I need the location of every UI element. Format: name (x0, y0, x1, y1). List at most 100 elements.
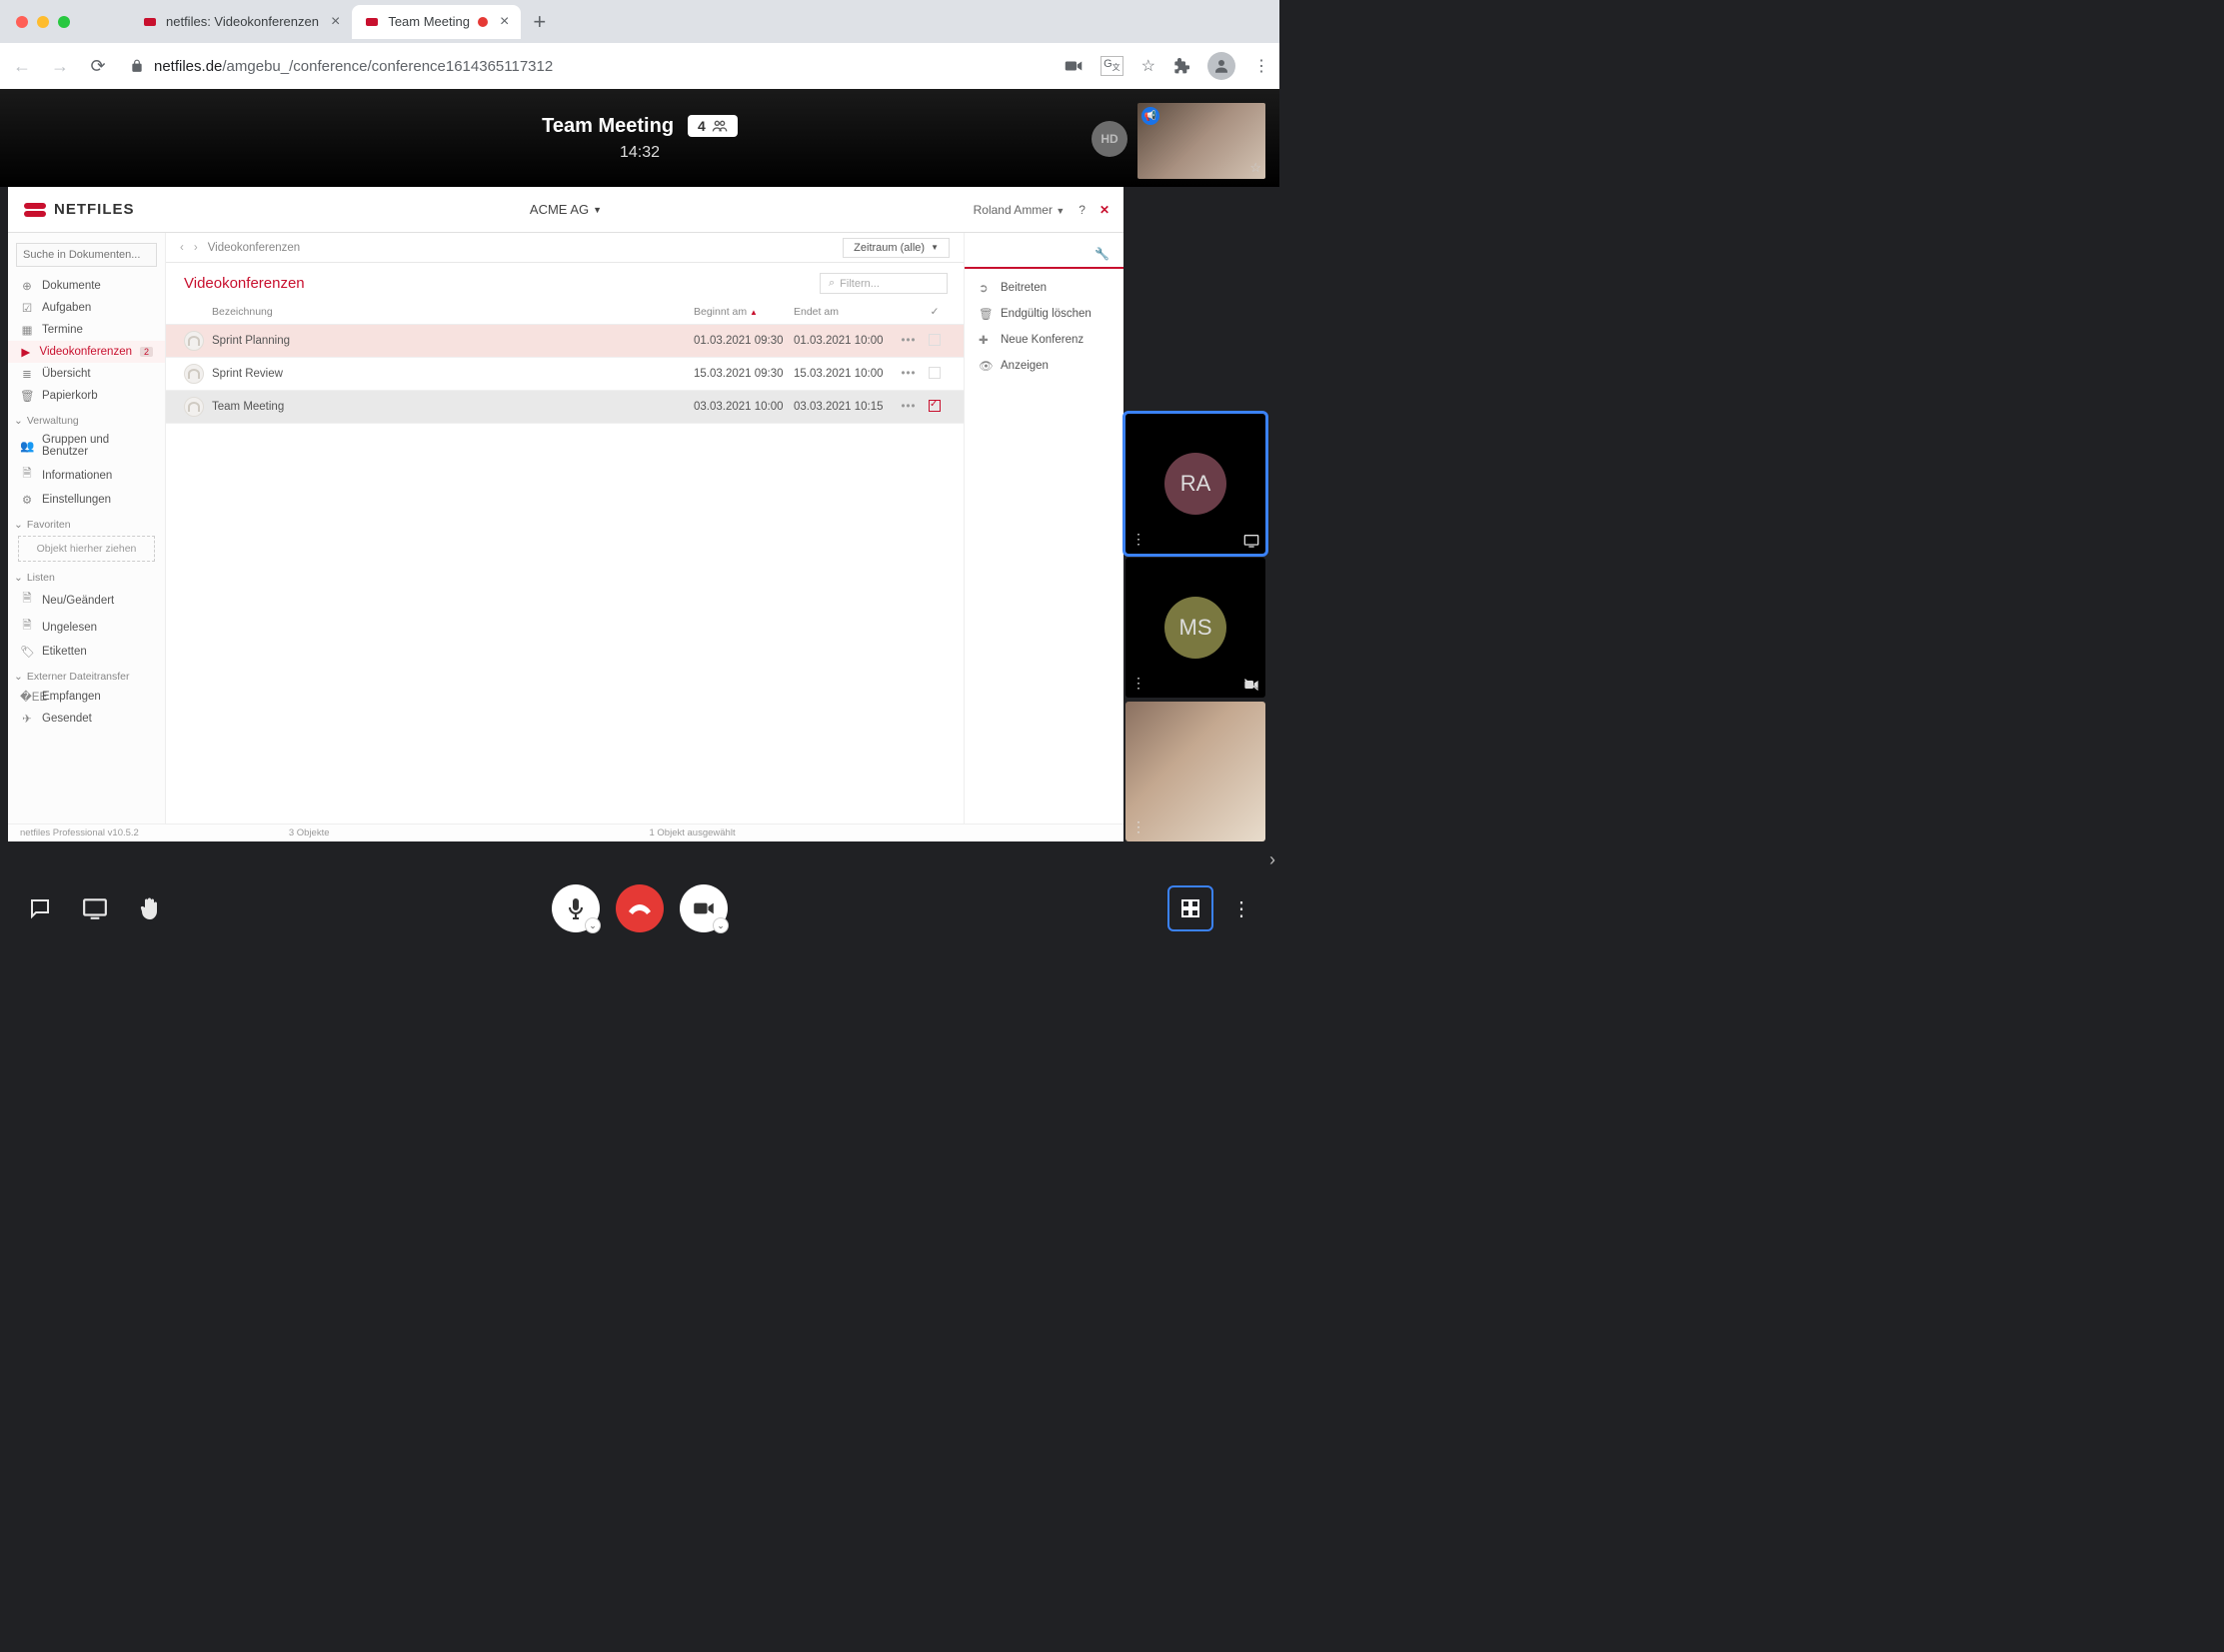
pin-star-icon[interactable]: ☆ (1249, 160, 1261, 176)
hangup-button[interactable] (616, 884, 664, 932)
url-field[interactable]: netfiles.de/amgebu_/conference/conferenc… (124, 58, 1051, 75)
recording-indicator-icon (478, 17, 488, 27)
row-name: Team Meeting (212, 401, 694, 413)
org-switcher[interactable]: ACME AG▼ (530, 202, 602, 217)
presenter-video-thumbnail[interactable]: 📢 ☆ (1137, 103, 1265, 179)
row-checkbox[interactable] (929, 334, 941, 346)
table-row[interactable]: Sprint Review15.03.2021 09:3015.03.2021 … (166, 358, 964, 391)
app-logo[interactable]: NETFILES (24, 201, 135, 218)
participant-count-badge[interactable]: 4 (688, 115, 738, 137)
new-tab-button[interactable]: + (533, 9, 546, 35)
camera-options-icon[interactable]: ⌄ (713, 917, 729, 933)
chat-button[interactable] (28, 896, 52, 920)
close-app-icon[interactable]: ✕ (1100, 203, 1110, 217)
nav-sent[interactable]: ✈Gesendet (8, 708, 165, 730)
extensions-icon[interactable] (1173, 58, 1189, 74)
wrench-icon[interactable]: 🔧 (1095, 247, 1110, 261)
section-admin[interactable]: ⌄Verwaltung (8, 407, 165, 430)
nav-overview[interactable]: ≣Übersicht (8, 363, 165, 385)
breadcrumb-back[interactable]: ‹ (180, 242, 184, 254)
chevron-down-icon: ▼ (931, 243, 939, 252)
filter-input[interactable]: ⌕Filtern... (820, 273, 948, 294)
forward-button[interactable]: → (48, 56, 72, 77)
favorites-drop-target[interactable]: Objekt hierher ziehen (18, 536, 155, 562)
table-row[interactable]: Team Meeting03.03.2021 10:0003.03.2021 1… (166, 391, 964, 424)
conference-row-icon (184, 331, 204, 351)
conference-elapsed: 14:32 (542, 144, 738, 162)
action-join[interactable]: ➲Beitreten (965, 275, 1123, 301)
doc-icon: 🗎 (20, 591, 34, 610)
minimize-window-button[interactable] (37, 16, 49, 28)
nav-tasks[interactable]: ☑Aufgaben (8, 297, 165, 319)
window-controls (16, 16, 70, 28)
nav-info[interactable]: 🗎Informationen (8, 462, 165, 489)
list-title: Videokonferenzen (184, 275, 305, 292)
nav-lists-unread[interactable]: 🗎Ungelesen (8, 614, 165, 641)
participant-tile-video[interactable]: ⋮ (1125, 702, 1265, 841)
action-new[interactable]: ✚Neue Konferenz (965, 327, 1123, 353)
tile-menu-icon[interactable]: ⋮ (1131, 531, 1145, 548)
nav-lists-labels[interactable]: 🏷Etiketten (8, 641, 165, 663)
camera-indicator-icon[interactable] (1065, 59, 1083, 73)
table-row[interactable]: Sprint Planning01.03.2021 09:3001.03.202… (166, 325, 964, 358)
microphone-button[interactable]: ⌄ (552, 884, 600, 932)
close-window-button[interactable] (16, 16, 28, 28)
participant-tile[interactable]: RA ⋮ (1125, 414, 1265, 554)
tile-menu-icon[interactable]: ⋮ (1131, 675, 1145, 692)
row-actions-icon[interactable]: ••• (901, 368, 916, 380)
row-actions-icon[interactable]: ••• (901, 335, 916, 347)
tile-view-button[interactable] (1167, 885, 1213, 931)
col-end[interactable]: Endet am (794, 306, 894, 318)
mic-options-icon[interactable]: ⌄ (585, 917, 601, 933)
browser-tab-inactive[interactable]: netfiles: Videokonferenzen × (130, 5, 352, 39)
profile-avatar[interactable] (1207, 52, 1235, 80)
more-options-button[interactable]: ⋮ (1231, 896, 1251, 921)
nav-settings[interactable]: ⚙Einstellungen (8, 489, 165, 511)
help-icon[interactable]: ? (1079, 203, 1086, 217)
reload-button[interactable]: ⟳ (86, 56, 110, 77)
search-input[interactable] (16, 243, 157, 267)
row-checkbox[interactable] (929, 400, 941, 412)
col-name[interactable]: Bezeichnung (212, 306, 694, 318)
action-delete[interactable]: 🗑Endgültig löschen (965, 301, 1123, 327)
col-check[interactable]: ✓ (924, 306, 946, 318)
nav-documents[interactable]: ⊕Dokumente (8, 275, 165, 297)
nav-groups[interactable]: 👥Gruppen und Benutzer (8, 430, 165, 462)
doc-icon: 🗎 (20, 466, 34, 485)
trash-icon: 🗑 (979, 307, 993, 321)
nav-videoconferences[interactable]: ▶Videokonferenzen2 (8, 341, 165, 363)
raise-hand-button[interactable] (138, 895, 162, 921)
sidebar: ⊕Dokumente ☑Aufgaben ▦Termine ▶Videokonf… (8, 233, 166, 824)
screen-share-button[interactable] (82, 897, 108, 919)
user-menu[interactable]: Roland Ammer ▼ (974, 203, 1066, 217)
browser-tab-active[interactable]: Team Meeting × (352, 5, 521, 39)
send-icon: ✈ (20, 712, 34, 726)
browser-menu-icon[interactable]: ⋮ (1253, 56, 1269, 76)
self-avatar[interactable]: HD (1092, 121, 1127, 157)
nav-trash[interactable]: 🗑Papierkorb (8, 385, 165, 407)
camera-button[interactable]: ⌄ (680, 884, 728, 932)
bookmark-star-icon[interactable]: ☆ (1141, 56, 1155, 76)
nav-lists-new[interactable]: 🗎Neu/Geändert (8, 587, 165, 614)
actions-pane: 🔧 ➲Beitreten 🗑Endgültig löschen ✚Neue Ko… (964, 233, 1123, 824)
participant-tile[interactable]: MS ⋮ (1125, 558, 1265, 698)
row-checkbox[interactable] (929, 367, 941, 379)
section-transfer[interactable]: ⌄Externer Dateitransfer (8, 663, 165, 686)
action-show[interactable]: 👁Anzeigen (965, 353, 1123, 379)
favicon-icon (142, 14, 158, 30)
nav-received[interactable]: �EEEmpfangen (8, 686, 165, 708)
close-tab-icon[interactable]: × (500, 13, 509, 31)
list-icon: ≣ (20, 367, 34, 381)
period-filter[interactable]: Zeitraum (alle)▼ (843, 238, 950, 258)
tile-menu-icon[interactable]: ⋮ (1131, 819, 1145, 835)
section-favorites[interactable]: ⌄Favoriten (8, 511, 165, 534)
col-start[interactable]: Beginnt am ▲ (694, 306, 794, 318)
row-actions-icon[interactable]: ••• (901, 401, 916, 413)
nav-appointments[interactable]: ▦Termine (8, 319, 165, 341)
back-button[interactable]: ← (10, 56, 34, 77)
section-lists[interactable]: ⌄Listen (8, 564, 165, 587)
maximize-window-button[interactable] (58, 16, 70, 28)
translate-icon[interactable]: G文 (1101, 56, 1123, 75)
breadcrumb-forward[interactable]: › (194, 242, 198, 254)
close-tab-icon[interactable]: × (331, 13, 340, 31)
